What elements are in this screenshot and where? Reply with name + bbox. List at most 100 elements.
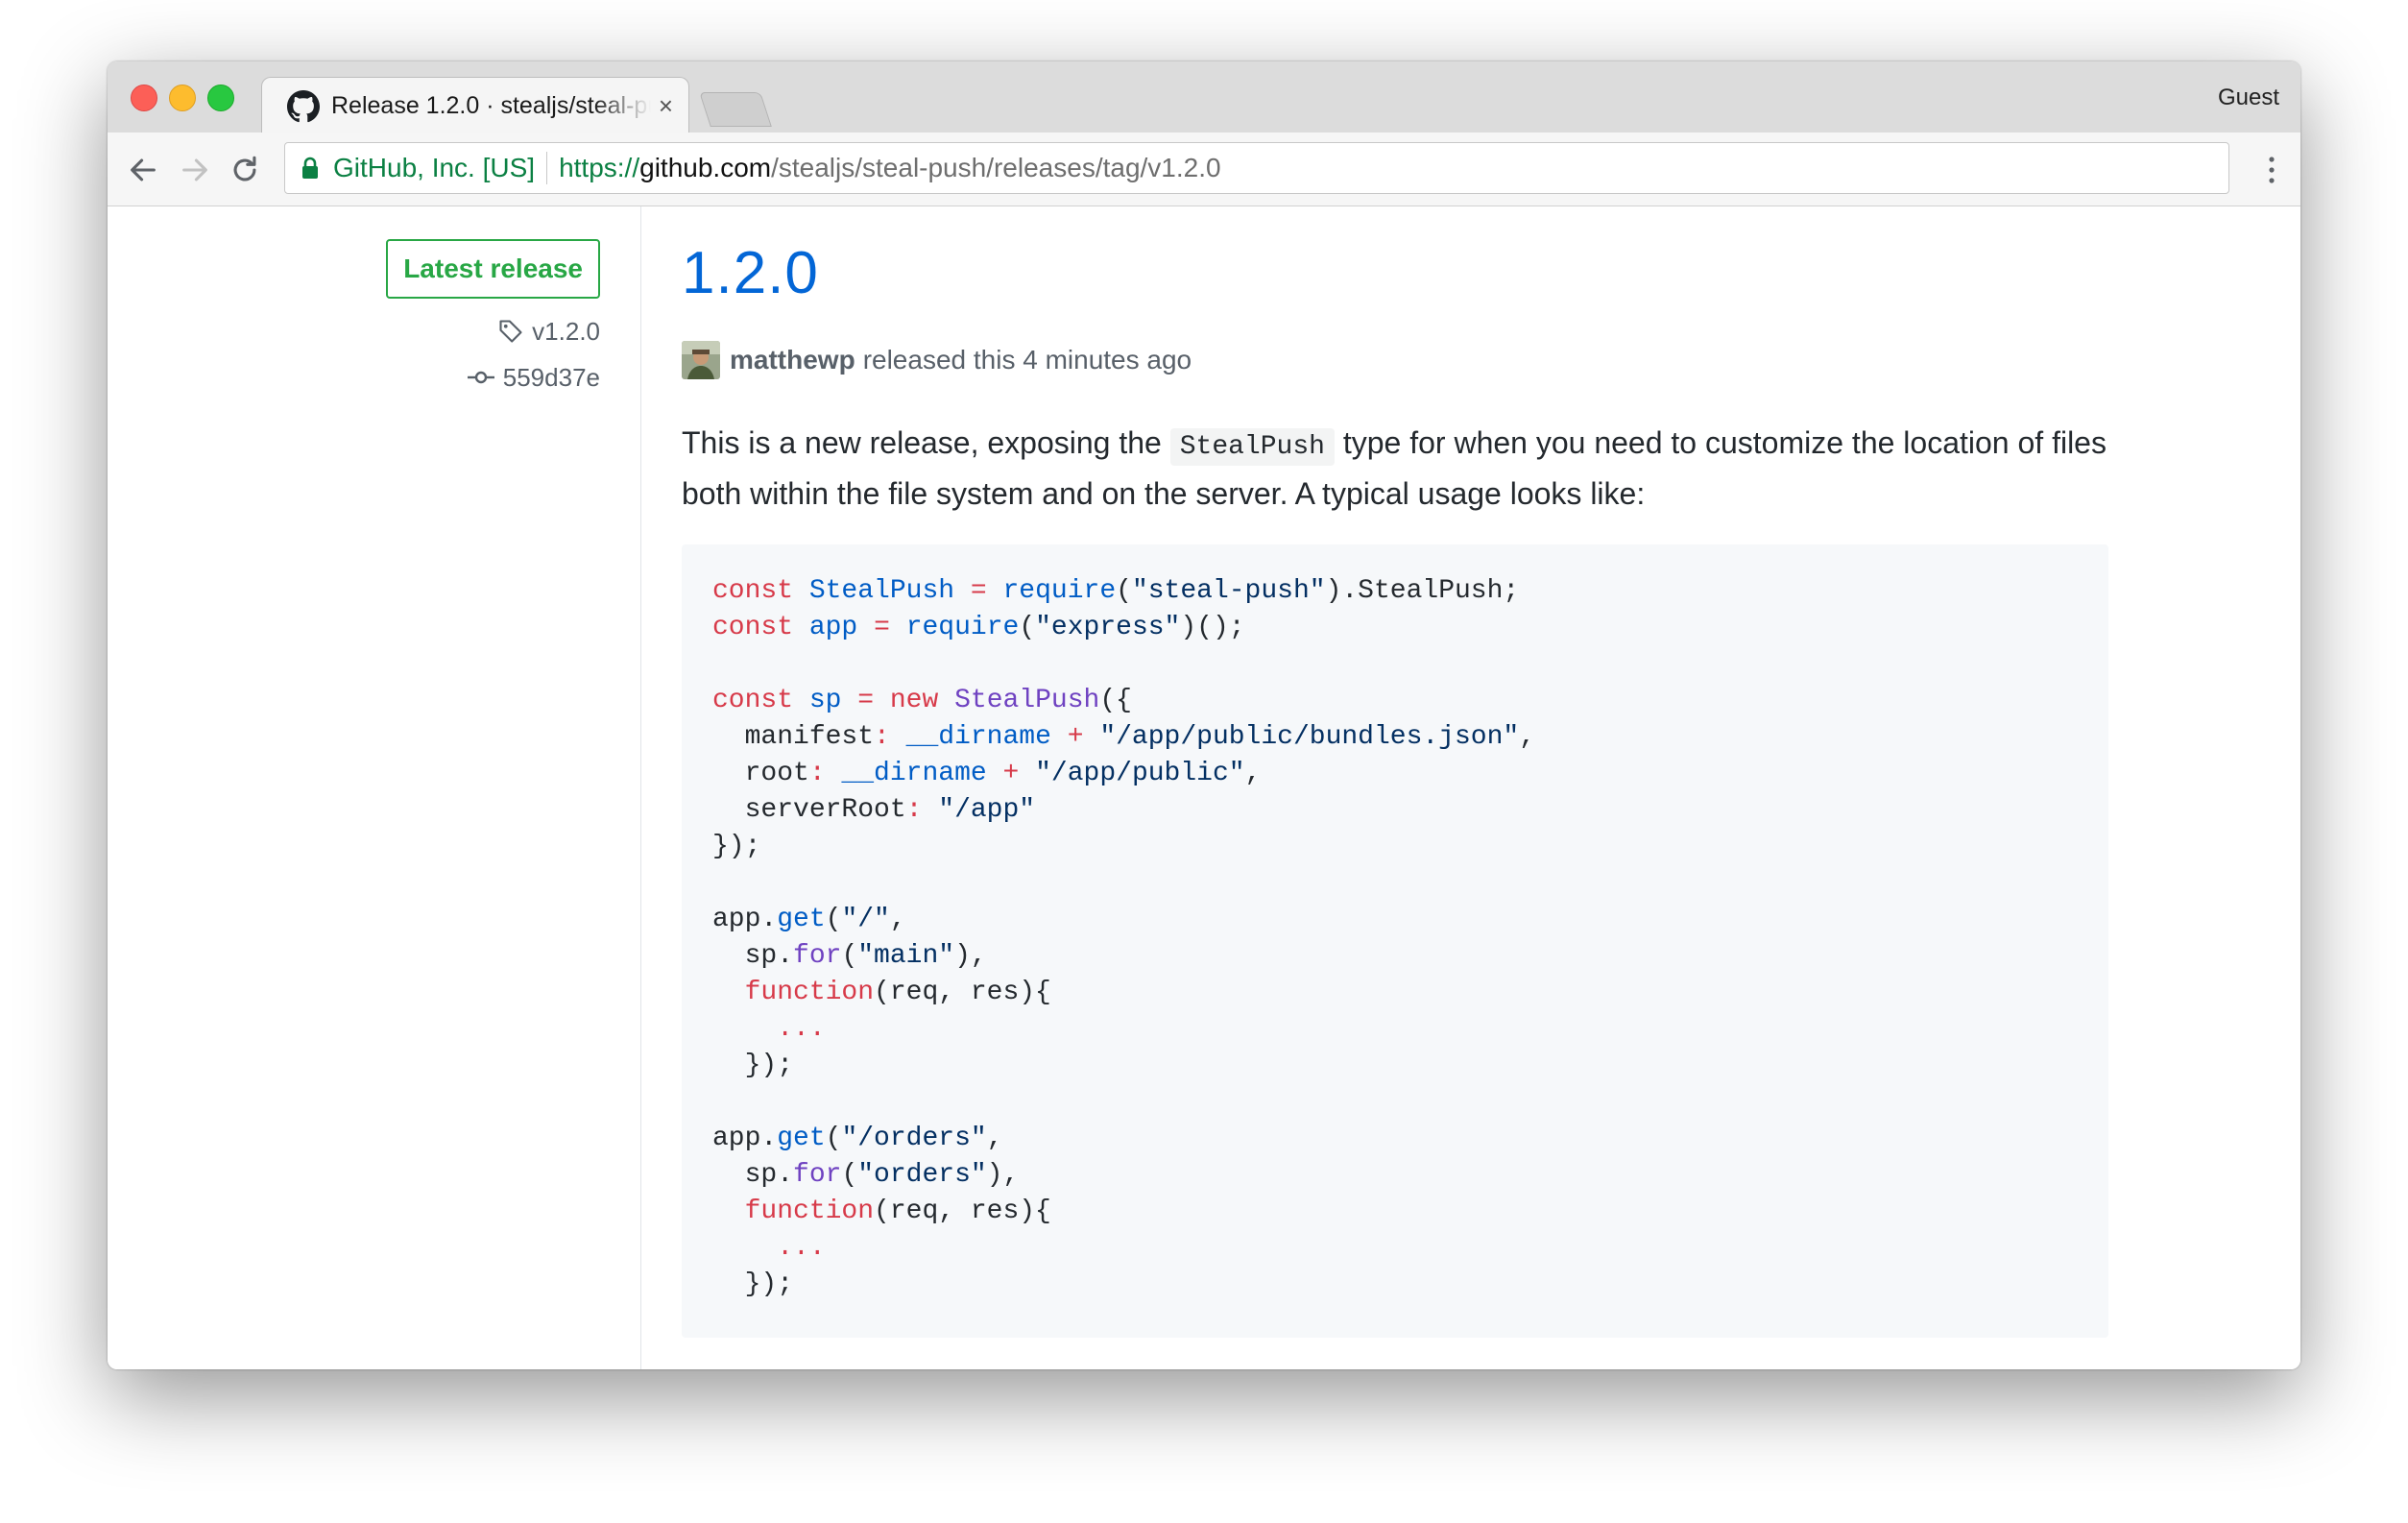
code-token: , bbox=[1244, 759, 1262, 788]
code-line: const sp = new StealPush({ bbox=[712, 683, 2078, 719]
release-main: 1.2.0 matthewp released this 4 minutes a… bbox=[682, 206, 2300, 1369]
code-token: ... bbox=[777, 1014, 826, 1044]
code-token: const bbox=[712, 613, 794, 642]
code-token: sp bbox=[808, 686, 842, 715]
code-token: ), bbox=[986, 1160, 1020, 1190]
new-tab-button[interactable] bbox=[699, 92, 772, 127]
ev-certificate-name[interactable]: GitHub, Inc. [US] bbox=[333, 153, 535, 183]
code-line: }); bbox=[712, 829, 2078, 865]
code-token: : bbox=[808, 759, 826, 788]
tab-release[interactable]: Release 1.2.0 · stealjs/steal-push × bbox=[261, 77, 689, 134]
code-token: , bbox=[1519, 722, 1536, 752]
code-line: sp.for("orders"), bbox=[712, 1157, 2078, 1194]
code-token: , bbox=[889, 905, 906, 934]
code-token: const bbox=[712, 686, 794, 715]
code-token: function bbox=[744, 978, 875, 1007]
code-line: root: __dirname + "/app/public", bbox=[712, 756, 2078, 792]
code-token: get bbox=[777, 1124, 826, 1153]
code-token: "/orders" bbox=[841, 1124, 987, 1153]
code-token: "/app" bbox=[938, 795, 1036, 825]
code-line: manifest: __dirname + "/app/public/bundl… bbox=[712, 719, 2078, 756]
avatar-image bbox=[682, 341, 720, 379]
code-line: serverRoot: "/app" bbox=[712, 792, 2078, 829]
description-text: This is a new release, exposing the bbox=[682, 425, 1170, 460]
code-token: + bbox=[1067, 722, 1084, 752]
minimize-window-button[interactable] bbox=[169, 85, 196, 111]
code-token: "/" bbox=[841, 905, 890, 934]
code-line: const StealPush = require("steal-push").… bbox=[712, 573, 2078, 610]
release-tag[interactable]: v1.2.0 bbox=[497, 314, 600, 349]
code-token: serverRoot bbox=[712, 795, 906, 825]
release-description: This is a new release, exposing the Stea… bbox=[682, 420, 2122, 517]
url-host: github.com bbox=[639, 153, 772, 182]
code-token: sp. bbox=[712, 941, 794, 971]
code-token: ({ bbox=[1099, 686, 1132, 715]
code-token: ( bbox=[825, 905, 842, 934]
tab-title: Release 1.2.0 · stealjs/steal-push bbox=[331, 92, 651, 119]
code-token: (req, res){ bbox=[874, 1197, 1051, 1226]
code-token: : bbox=[874, 722, 890, 752]
back-arrow-icon[interactable] bbox=[127, 154, 159, 186]
code-token: "/app/public/bundles.json" bbox=[1099, 722, 1520, 752]
github-icon bbox=[287, 89, 320, 122]
latest-release-badge: Latest release bbox=[386, 239, 600, 299]
code-token: for bbox=[793, 941, 842, 971]
profile-guest[interactable]: Guest bbox=[2218, 85, 2279, 111]
code-token: StealPush bbox=[808, 576, 955, 606]
avatar[interactable] bbox=[682, 341, 720, 379]
code-token: "express" bbox=[1035, 613, 1181, 642]
code-token: function bbox=[744, 1197, 875, 1226]
code-token: }); bbox=[712, 1051, 794, 1080]
code-token: = bbox=[970, 576, 987, 606]
code-token: + bbox=[1002, 759, 1020, 788]
code-token: for bbox=[793, 1160, 842, 1190]
close-tab-icon[interactable]: × bbox=[659, 91, 673, 121]
address-bar[interactable]: GitHub, Inc. [US] https://github.com/ste… bbox=[284, 142, 2229, 194]
code-token: root bbox=[712, 759, 809, 788]
code-line: app.get("/", bbox=[712, 902, 2078, 938]
code-token: __dirname bbox=[841, 759, 987, 788]
url-scheme: https:// bbox=[559, 153, 640, 182]
release-time: released this 4 minutes ago bbox=[862, 345, 1192, 375]
code-token: )(); bbox=[1180, 613, 1245, 642]
release-commit[interactable]: 559d37e bbox=[467, 360, 600, 395]
code-token: ), bbox=[954, 941, 987, 971]
code-line: function(req, res){ bbox=[712, 975, 2078, 1011]
forward-arrow-icon[interactable] bbox=[179, 154, 211, 186]
code-line: function(req, res){ bbox=[712, 1194, 2078, 1230]
release-sidebar: Latest release v1.2.0 559d37e bbox=[108, 206, 641, 1369]
code-token: ( bbox=[1019, 613, 1036, 642]
code-token: get bbox=[777, 905, 826, 934]
code-token: }); bbox=[712, 1269, 794, 1299]
code-token: "/app/public" bbox=[1035, 759, 1245, 788]
code-line: }); bbox=[712, 1048, 2078, 1084]
code-token: require bbox=[905, 613, 1020, 642]
author-link[interactable]: matthewp bbox=[730, 345, 855, 375]
code-token: "main" bbox=[857, 941, 955, 971]
code-token: = bbox=[874, 613, 890, 642]
code-line: const app = require("express")(); bbox=[712, 610, 2078, 646]
reload-icon[interactable] bbox=[229, 154, 261, 186]
close-window-button[interactable] bbox=[131, 85, 157, 111]
code-token: ( bbox=[825, 1124, 842, 1153]
release-title[interactable]: 1.2.0 bbox=[682, 239, 819, 307]
code-token: }); bbox=[712, 832, 761, 861]
browser-menu-icon[interactable] bbox=[2266, 154, 2277, 186]
maximize-window-button[interactable] bbox=[207, 85, 234, 111]
code-token: sp. bbox=[712, 1160, 794, 1190]
